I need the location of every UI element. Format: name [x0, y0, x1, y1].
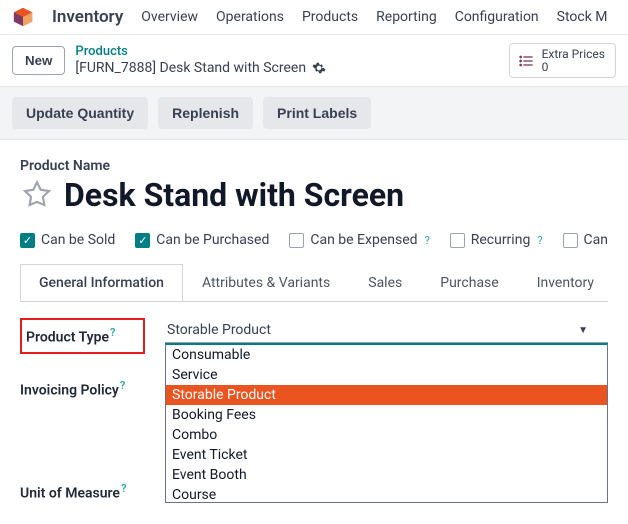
check-label: Can be [584, 232, 608, 248]
nav-overview[interactable]: Overview [141, 9, 198, 25]
check-label: Can be Purchased [156, 232, 269, 248]
nav-configuration[interactable]: Configuration [455, 9, 539, 25]
product-type-label: Product Type? [20, 318, 145, 354]
help-icon[interactable]: ? [425, 234, 430, 247]
product-type-select[interactable]: Storable Product ▼ Consumable Service St… [165, 318, 608, 343]
check-label: Can be Expensed [310, 232, 417, 248]
option-course[interactable]: Course [166, 485, 607, 503]
action-bar: Update Quantity Replenish Print Labels [0, 86, 628, 140]
favorite-star-icon[interactable] [20, 178, 54, 212]
tab-sales[interactable]: Sales [349, 264, 421, 301]
check-row: Can be Sold Can be Purchased Can be Expe… [20, 232, 608, 248]
option-event-ticket[interactable]: Event Ticket [166, 445, 607, 465]
nav-stock[interactable]: Stock M [557, 9, 608, 25]
list-icon [518, 53, 534, 69]
app-name[interactable]: Inventory [52, 7, 123, 27]
option-combo[interactable]: Combo [166, 425, 607, 445]
option-consumable[interactable]: Consumable [166, 345, 607, 365]
option-service[interactable]: Service [166, 365, 607, 385]
breadcrumb-bar: New Products [FURN_7888] Desk Stand with… [0, 35, 628, 86]
check-label: Can be Sold [41, 232, 115, 248]
product-type-value: Storable Product [167, 322, 271, 338]
gear-icon[interactable] [312, 61, 326, 75]
help-icon[interactable]: ? [110, 326, 115, 339]
nav-operations[interactable]: Operations [216, 9, 284, 25]
app-logo-icon [12, 6, 34, 28]
extra-prices-button[interactable]: Extra Prices 0 [509, 43, 616, 78]
checkbox-icon [135, 233, 150, 248]
tab-attributes-variants[interactable]: Attributes & Variants [183, 264, 349, 301]
unit-of-measure-label: Unit of Measure? [20, 479, 145, 502]
option-storable-product[interactable]: Storable Product [166, 385, 607, 405]
product-title[interactable]: Desk Stand with Screen [64, 176, 404, 214]
product-name-label: Product Name [20, 158, 608, 174]
tab-purchase[interactable]: Purchase [421, 264, 517, 301]
check-can-be-tail[interactable]: Can be [563, 232, 608, 248]
tab-general-information[interactable]: General Information [20, 264, 183, 302]
help-icon[interactable]: ? [121, 482, 126, 495]
product-type-dropdown: Consumable Service Storable Product Book… [165, 343, 608, 503]
check-label: Recurring [471, 232, 531, 248]
option-booking-fees[interactable]: Booking Fees [166, 405, 607, 425]
checkbox-icon [289, 233, 304, 248]
checkbox-icon [450, 233, 465, 248]
update-quantity-button[interactable]: Update Quantity [12, 97, 148, 129]
chevron-down-icon: ▼ [578, 325, 588, 336]
invoicing-policy-label: Invoicing Policy? [20, 376, 145, 399]
product-form: Product Name Desk Stand with Screen Can … [0, 140, 628, 501]
checkbox-icon [20, 233, 35, 248]
checkbox-icon [563, 233, 578, 248]
check-can-be-sold[interactable]: Can be Sold [20, 232, 115, 248]
help-icon[interactable]: ? [120, 379, 125, 392]
check-can-be-purchased[interactable]: Can be Purchased [135, 232, 269, 248]
replenish-button[interactable]: Replenish [158, 97, 253, 129]
field-product-type: Product Type? Storable Product ▼ Consuma… [20, 318, 608, 354]
tab-inventory[interactable]: Inventory [518, 264, 608, 301]
extra-prices-count: 0 [542, 61, 605, 74]
breadcrumb-title: [FURN_7888] Desk Stand with Screen [75, 60, 326, 77]
top-nav: Inventory Overview Operations Products R… [0, 0, 628, 35]
new-button[interactable]: New [12, 46, 65, 75]
option-event-booth[interactable]: Event Booth [166, 465, 607, 485]
breadcrumb-title-text: [FURN_7888] Desk Stand with Screen [75, 60, 306, 77]
breadcrumb-parent[interactable]: Products [75, 44, 326, 60]
print-labels-button[interactable]: Print Labels [263, 97, 371, 129]
check-can-be-expensed[interactable]: Can be Expensed? [289, 232, 429, 248]
extra-prices-label: Extra Prices [542, 48, 605, 61]
breadcrumb: Products [FURN_7888] Desk Stand with Scr… [75, 44, 326, 76]
general-info-fields: Product Type? Storable Product ▼ Consuma… [20, 302, 608, 501]
nav-reporting[interactable]: Reporting [376, 9, 437, 25]
help-icon[interactable]: ? [537, 234, 542, 247]
nav-products[interactable]: Products [302, 9, 358, 25]
tabs: General Information Attributes & Variant… [20, 264, 608, 302]
check-recurring[interactable]: Recurring? [450, 232, 543, 248]
